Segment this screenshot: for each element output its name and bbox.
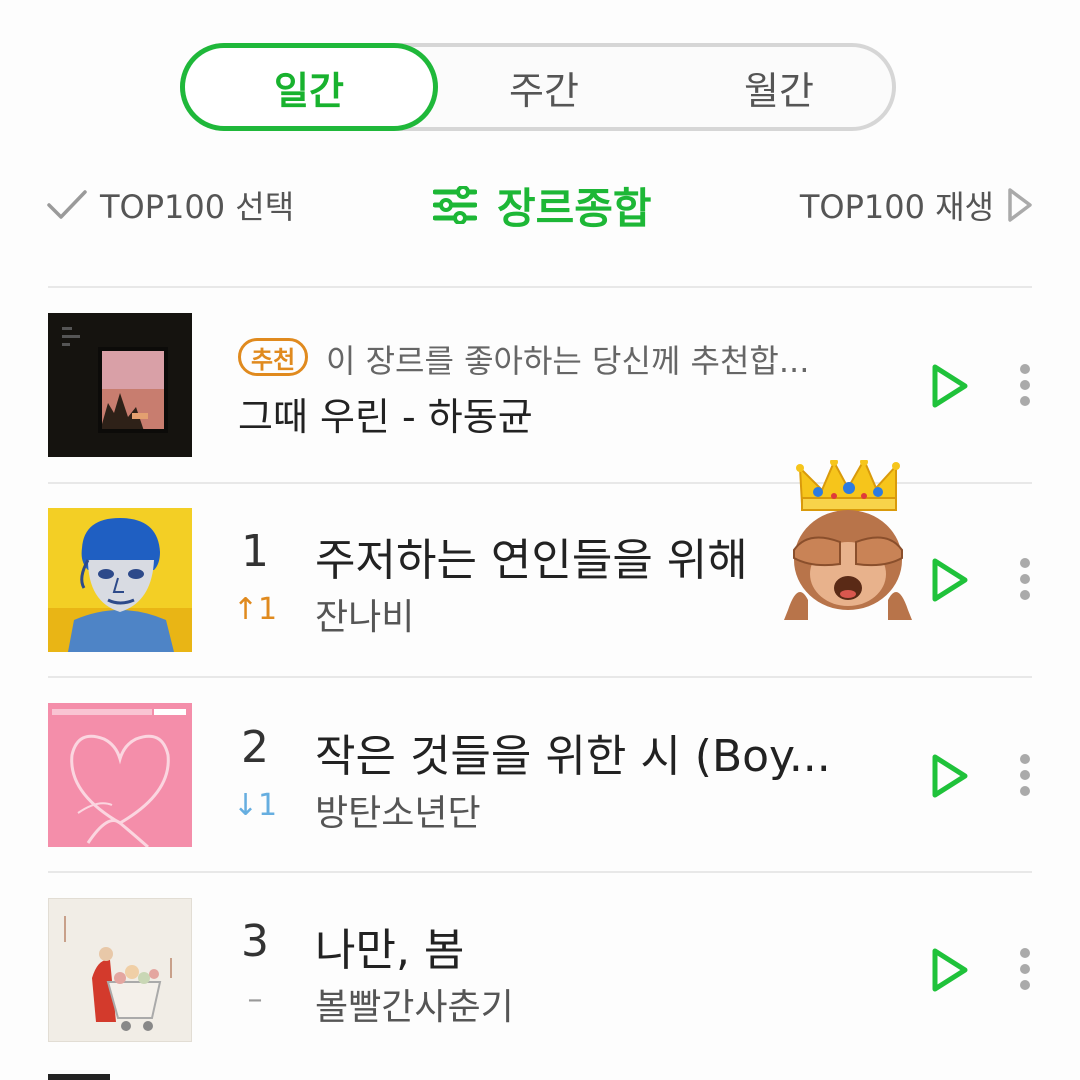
rank-change: ↑1	[232, 592, 278, 627]
rank-change: ↓1	[232, 788, 278, 823]
chart-toolbar: TOP100 선택 장르종합 TOP100 재생	[0, 170, 1080, 240]
artist-name: 잔나비	[315, 597, 415, 638]
play-icon[interactable]	[928, 750, 972, 802]
song-title: 나만, 봄	[315, 925, 465, 976]
more-options-icon[interactable]	[1014, 754, 1036, 804]
more-options-icon[interactable]	[1014, 364, 1036, 414]
play-outline-icon	[1008, 188, 1032, 222]
play-top100-button[interactable]: TOP100 재생	[800, 170, 1034, 240]
album-cover	[48, 898, 192, 1042]
recommend-description: 이 장르를 좋아하는 당신께 추천합...	[326, 342, 810, 380]
artist-name: 볼빨간사춘기	[315, 987, 514, 1028]
artist-name: 방탄소년단	[315, 793, 481, 834]
genre-filter-button[interactable]: 장르종합	[433, 170, 652, 240]
rank-number: 2	[241, 722, 269, 773]
song-title: 작은 것들을 위한 시 (Boy...	[315, 731, 831, 782]
monkey-crown-sticker	[784, 460, 912, 620]
check-icon	[47, 190, 87, 219]
tab-daily[interactable]: 일간	[180, 43, 438, 131]
select-top100-label: TOP100 선택	[100, 188, 295, 226]
play-top100-label: TOP100 재생	[799, 188, 994, 226]
recommend-badge: 추천	[238, 338, 309, 376]
rank-number: 3	[241, 916, 269, 967]
tab-monthly[interactable]: 월간	[659, 43, 899, 131]
album-cover	[48, 703, 192, 847]
more-options-icon[interactable]	[1014, 948, 1036, 998]
recommendation-album-cover	[48, 313, 192, 457]
genre-filter-label: 장르종합	[497, 183, 652, 233]
play-icon[interactable]	[928, 360, 972, 412]
rank-change: –	[247, 982, 263, 1017]
filter-sliders-icon	[433, 186, 477, 224]
play-icon[interactable]	[928, 944, 972, 996]
more-options-icon[interactable]	[1014, 558, 1036, 608]
bottom-indicator	[48, 1074, 110, 1080]
period-tabs: 일간 주간 월간	[180, 43, 896, 131]
rank-number: 1	[241, 526, 269, 577]
select-top100-button[interactable]: TOP100 선택	[46, 170, 294, 240]
tab-weekly[interactable]: 주간	[429, 43, 659, 131]
chart-page: 일간 주간 월간 TOP100 선택 장르종합 TOP100 재생 추천 이 장…	[0, 0, 1080, 1080]
recommend-song: 그때 우린 - 하동균	[238, 395, 533, 439]
album-cover	[48, 508, 192, 652]
song-title: 주저하는 연인들을 위해	[315, 535, 748, 586]
play-icon[interactable]	[928, 554, 972, 606]
